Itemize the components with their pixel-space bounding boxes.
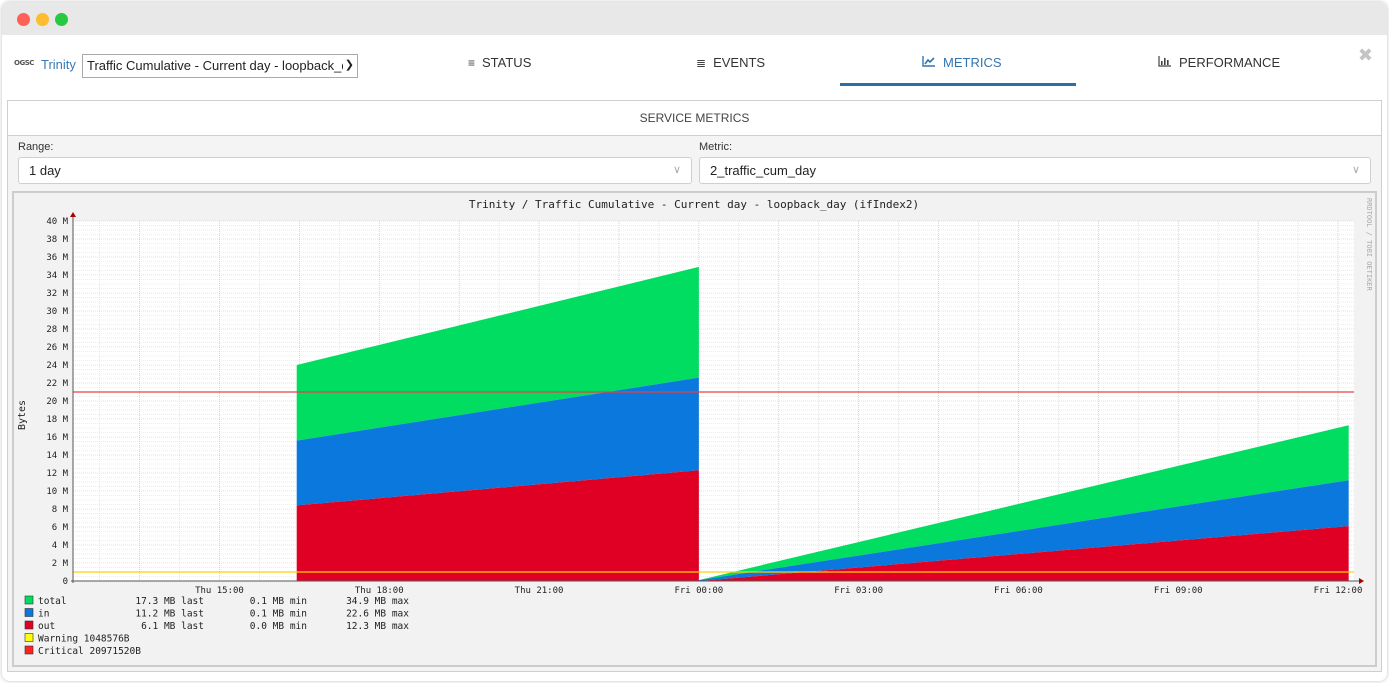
y-tick-label: 40 M <box>46 217 68 227</box>
metric-select[interactable]: 2_traffic_cum_day ∨ <box>699 157 1371 184</box>
legend-swatch <box>24 633 34 642</box>
x-tick-label: Fri 09:00 <box>1154 586 1203 596</box>
y-tick-label: 2 M <box>52 559 69 569</box>
legend-threshold: Warning 1048576B <box>38 634 130 645</box>
range-value: 1 day <box>29 163 61 178</box>
top-navigation: OGSC Trinity Traffic Cumulative - Curren… <box>2 35 1387 93</box>
x-tick-label: Fri 03:00 <box>834 586 883 596</box>
service-metrics-panel: SERVICE METRICS Range: 1 day ∨ Metric: 2… <box>7 100 1382 672</box>
y-tick-label: 10 M <box>46 487 68 497</box>
app-window: OGSC Trinity Traffic Cumulative - Curren… <box>2 2 1387 681</box>
tab-metrics[interactable]: METRICS <box>922 55 1002 70</box>
range-label: Range: <box>18 141 54 153</box>
legend-series-name: in <box>38 609 49 620</box>
range-select[interactable]: 1 day ∨ <box>18 157 692 184</box>
y-tick-label: 30 M <box>46 307 68 317</box>
legend-series-name: total <box>38 596 67 607</box>
y-tick-label: 26 M <box>46 343 68 353</box>
chevron-down-icon: ∨ <box>672 164 681 176</box>
metric-label: Metric: <box>699 141 732 153</box>
y-tick-label: 28 M <box>46 325 68 335</box>
legend-swatch <box>24 595 34 605</box>
legend-min: 0.1 MB min <box>250 609 307 620</box>
chevron-down-icon: ∨ <box>1351 164 1360 176</box>
y-tick-label: 20 M <box>46 397 68 407</box>
host-link[interactable]: Trinity <box>41 57 76 72</box>
x-tick-label: Fri 06:00 <box>994 586 1043 596</box>
list-icon: ≡ <box>468 55 476 70</box>
legend-max: 34.9 MB max <box>346 596 409 607</box>
active-tab-indicator <box>840 83 1076 86</box>
tab-label: PERFORMANCE <box>1179 55 1281 70</box>
service-select[interactable]: Traffic Cumulative - Current day - loopb… <box>82 54 358 78</box>
legend-max: 12.3 MB max <box>346 621 409 632</box>
y-tick-label: 16 M <box>46 433 68 443</box>
y-tick-label: 38 M <box>46 235 68 245</box>
legend-series-name: out <box>38 621 55 632</box>
x-tick-label: Fri 12:00 <box>1314 586 1363 596</box>
y-axis-arrow <box>70 212 76 217</box>
y-tick-label: 6 M <box>52 523 69 533</box>
close-icon[interactable]: ✖ <box>1358 45 1373 66</box>
legend-max: 22.6 MB max <box>346 609 409 620</box>
tab-label: METRICS <box>943 55 1002 70</box>
tab-status[interactable]: ≡ STATUS <box>468 55 531 70</box>
y-tick-label: 22 M <box>46 379 68 389</box>
chevron-down-icon: ❯ <box>342 58 354 71</box>
tab-label: EVENTS <box>713 55 766 70</box>
panel-title: SERVICE METRICS <box>8 101 1381 136</box>
y-axis-label: Bytes <box>17 400 28 430</box>
watermark: RRDTOOL / TOBI OETIKER <box>1365 198 1373 292</box>
legend-last: 17.3 MB last <box>135 596 204 607</box>
y-tick-label: 4 M <box>52 541 69 551</box>
y-tick-label: 18 M <box>46 415 68 425</box>
metric-value: 2_traffic_cum_day <box>710 163 816 178</box>
chart-title: Trinity / Traffic Cumulative - Current d… <box>469 198 919 211</box>
y-tick-label: 14 M <box>46 451 68 461</box>
legend-swatch <box>24 608 34 617</box>
y-tick-label: 32 M <box>46 289 68 299</box>
legend-last: 11.2 MB last <box>135 609 204 620</box>
y-tick-label: 24 M <box>46 361 68 371</box>
x-tick-label: Fri 00:00 <box>674 586 723 596</box>
y-tick-label: 8 M <box>52 505 69 515</box>
bar-chart-icon <box>1158 55 1172 70</box>
tab-performance[interactable]: PERFORMANCE <box>1158 55 1280 70</box>
window-close-button[interactable] <box>17 13 30 26</box>
legend-min: 0.1 MB min <box>250 596 307 607</box>
x-tick-label: Thu 21:00 <box>515 586 564 596</box>
x-tick-label: Thu 18:00 <box>355 586 404 596</box>
window-zoom-button[interactable] <box>55 13 68 26</box>
rrd-graph: 0 2 M 4 M 6 M 8 M 10 M 12 M 14 M 16 M 18 M 20 M 22 … <box>12 191 1377 667</box>
logo: OGSC <box>14 59 34 67</box>
y-tick-label: 12 M <box>46 469 68 479</box>
legend-last: 6.1 MB last <box>141 621 204 632</box>
legend-threshold: Critical 20971520B <box>38 646 141 657</box>
legend-min: 0.0 MB min <box>250 621 307 632</box>
service-select-value: Traffic Cumulative - Current day - loopb… <box>87 58 349 73</box>
database-icon: ≣ <box>696 55 707 70</box>
y-tick-label: 34 M <box>46 271 68 281</box>
y-tick-label: 36 M <box>46 253 68 263</box>
y-tick-label: 0 <box>63 577 68 587</box>
window-minimize-button[interactable] <box>36 13 49 26</box>
legend: total 17.3 MB last 0.1 MB min 34.9 MB max in… <box>24 595 409 657</box>
x-axis-arrow <box>1359 578 1364 584</box>
legend-swatch <box>24 620 34 630</box>
legend-swatch <box>24 645 34 655</box>
tab-label: STATUS <box>482 55 532 70</box>
tab-events[interactable]: ≣ EVENTS <box>696 55 765 70</box>
chart-svg: 0 2 M 4 M 6 M 8 M 10 M 12 M 14 M 16 M 18 M 20 M 22 … <box>17 198 1373 657</box>
title-bar <box>2 2 1387 35</box>
x-tick-label: Thu 15:00 <box>195 586 244 596</box>
line-chart-icon <box>922 55 936 70</box>
